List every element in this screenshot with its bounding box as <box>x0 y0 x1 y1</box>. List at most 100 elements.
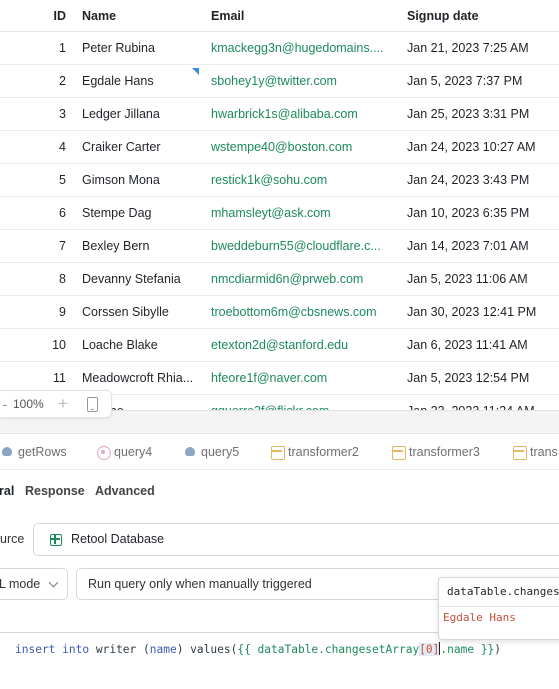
query-tab-bar: getRows query4 query5 transformer2 trans… <box>0 434 559 470</box>
tab-label: trans <box>530 445 558 459</box>
cell-id: 5 <box>59 173 66 187</box>
transformer-icon <box>271 446 285 460</box>
table-row[interactable]: 10 Loache Blake etexton2d@stanford.edu J… <box>0 329 559 362</box>
cell-name[interactable]: Gimson Mona <box>82 164 200 196</box>
code-text: writer ( <box>89 643 150 656</box>
code-line[interactable]: insert into writer (name) values({{ data… <box>15 641 501 659</box>
cell-id: 10 <box>52 338 66 352</box>
table-row[interactable]: 5 Gimson Mona restick1k@sohu.com Jan 24,… <box>0 164 559 197</box>
cell-name[interactable]: Loache Blake <box>82 329 200 361</box>
template-expression: .name }} <box>440 643 495 656</box>
cell-email[interactable]: restick1k@sohu.com <box>211 164 387 196</box>
query-mode-select[interactable]: L mode <box>0 568 68 600</box>
cell-email[interactable]: nmcdiarmid6n@prweb.com <box>211 263 387 295</box>
cell-signup-date[interactable]: Jan 23, 2023 11:24 AM <box>407 395 557 410</box>
sql-identifier: name <box>149 643 177 656</box>
tab-label: query5 <box>201 445 240 459</box>
sql-keyword: insert <box>15 643 56 656</box>
cell-name[interactable]: Stempe Dag <box>82 197 200 229</box>
transformer-icon <box>513 446 527 460</box>
tab-label: transformer2 <box>288 445 359 459</box>
cell-email[interactable]: sbohey1y@twitter.com <box>211 65 387 97</box>
cell-email[interactable]: etexton2d@stanford.edu <box>211 329 387 361</box>
cell-signup-date[interactable]: Jan 24, 2023 3:43 PM <box>407 164 557 196</box>
table-row[interactable]: 8 Devanny Stefania nmcdiarmid6n@prweb.co… <box>0 263 559 296</box>
cell-name[interactable]: Peter Rubina <box>82 32 200 64</box>
cell-signup-date[interactable]: Jan 6, 2023 11:41 AM <box>407 329 557 361</box>
cell-name[interactable]: Corssen Sibylle <box>82 296 200 328</box>
cell-signup-date[interactable]: Jan 21, 2023 7:25 AM <box>407 32 557 64</box>
tab-general[interactable]: ral <box>0 470 14 512</box>
zoom-in-button[interactable]: + <box>55 391 71 417</box>
postgres-icon <box>1 446 13 458</box>
cell-email[interactable]: wstempe40@boston.com <box>211 131 387 163</box>
tab-advanced[interactable]: Advanced <box>95 470 155 512</box>
mobile-device-icon[interactable] <box>87 397 98 412</box>
query-mode-value: L mode <box>0 577 41 591</box>
sql-code-editor[interactable]: insert into writer (name) values({{ data… <box>0 632 559 689</box>
cell-email[interactable]: hwarbrick1s@alibaba.com <box>211 98 387 130</box>
table-header: ID Name Email Signup date <box>0 0 559 32</box>
cell-signup-date[interactable]: Jan 10, 2023 6:35 PM <box>407 197 557 229</box>
table-row[interactable]: 6 Stempe Dag mhamsleyt@ask.com Jan 10, 2… <box>0 197 559 230</box>
table-row[interactable]: 1 Peter Rubina kmackegg3n@hugedomains...… <box>0 32 559 65</box>
sql-keyword: into <box>62 643 90 656</box>
tab-label: query4 <box>114 445 153 459</box>
data-table: ID Name Email Signup date 1 Peter Rubina… <box>0 0 559 410</box>
cell-signup-date[interactable]: Jan 5, 2023 11:06 AM <box>407 263 557 295</box>
cell-email[interactable]: hfeore1f@naver.com <box>211 362 387 394</box>
cell-name[interactable]: Craiker Carter <box>82 131 200 163</box>
table-row[interactable]: 7 Bexley Bern bweddeburn55@cloudflare.c.… <box>0 230 559 263</box>
cell-name[interactable]: Egdale Hans <box>82 65 200 97</box>
cell-name[interactable]: Bexley Bern <box>82 230 200 262</box>
tab-label: getRows <box>18 445 67 459</box>
cell-email[interactable]: bweddeburn55@cloudflare.c... <box>211 230 387 262</box>
column-header-id[interactable]: ID <box>20 0 67 32</box>
cell-signup-date[interactable]: Jan 5, 2023 12:54 PM <box>407 362 557 394</box>
table-row[interactable]: 3 Ledger Jillana hwarbrick1s@alibaba.com… <box>0 98 559 131</box>
tab-response[interactable]: Response <box>25 470 85 512</box>
chevron-down-icon <box>48 577 59 588</box>
resource-label: urce <box>0 532 25 546</box>
cell-id: 8 <box>59 272 66 286</box>
cell-id: 3 <box>59 107 66 121</box>
cell-signup-date[interactable]: Jan 14, 2023 7:01 AM <box>407 230 557 262</box>
table-row[interactable]: 9 Corssen Sibylle troebottom6m@cbsnews.c… <box>0 296 559 329</box>
javascript-query-icon <box>97 446 111 460</box>
cell-id: 4 <box>59 140 66 154</box>
code-text: ) <box>494 643 502 656</box>
preview-divider <box>439 606 559 607</box>
expression-preview-popup: dataTable.changesetArray[0].name Egdale … <box>438 577 559 640</box>
template-expression: {{ dataTable.changesetArray <box>237 643 420 656</box>
cell-id: 2 <box>59 74 66 88</box>
resource-select[interactable]: Retool Database <box>33 523 559 556</box>
column-header-name[interactable]: Name <box>82 0 200 32</box>
cell-signup-date[interactable]: Jan 25, 2023 3:31 PM <box>407 98 557 130</box>
table-row[interactable]: 2 Egdale Hans sbohey1y@twitter.com Jan 5… <box>0 65 559 98</box>
cell-email[interactable]: kmackegg3n@hugedomains.... <box>211 32 387 64</box>
cell-name[interactable]: Devanny Stefania <box>82 263 200 295</box>
cell-email[interactable]: gguerre3f@flickr.com <box>211 395 387 410</box>
cell-signup-date[interactable]: Jan 5, 2023 7:37 PM <box>407 65 557 97</box>
zoom-level[interactable]: 100% <box>13 391 44 417</box>
preview-expression: dataTable.changesetArray[0].name <box>447 585 559 598</box>
tab-label: transformer3 <box>409 445 480 459</box>
zoom-out-button[interactable]: - <box>0 391 10 417</box>
query-editor-tabs: ral Response Advanced <box>0 470 559 512</box>
cell-email[interactable]: mhamsleyt@ask.com <box>211 197 387 229</box>
array-index: [0] <box>419 643 440 656</box>
column-header-signup-date[interactable]: Signup date <box>407 0 557 32</box>
cell-name[interactable]: Ledger Jillana <box>82 98 200 130</box>
column-header-email[interactable]: Email <box>211 0 387 32</box>
cell-id: 9 <box>59 305 66 319</box>
cell-id: 7 <box>59 239 66 253</box>
table-row[interactable]: 4 Craiker Carter wstempe40@boston.com Ja… <box>0 131 559 164</box>
cell-signup-date[interactable]: Jan 30, 2023 12:41 PM <box>407 296 557 328</box>
code-text: ) values( <box>176 643 238 656</box>
cell-signup-date[interactable]: Jan 24, 2023 10:27 AM <box>407 131 557 163</box>
cell-id: 6 <box>59 206 66 220</box>
cell-email[interactable]: troebottom6m@cbsnews.com <box>211 296 387 328</box>
cell-id: 1 <box>59 41 66 55</box>
transformer-icon <box>392 446 406 460</box>
resource-value: Retool Database <box>71 532 165 546</box>
